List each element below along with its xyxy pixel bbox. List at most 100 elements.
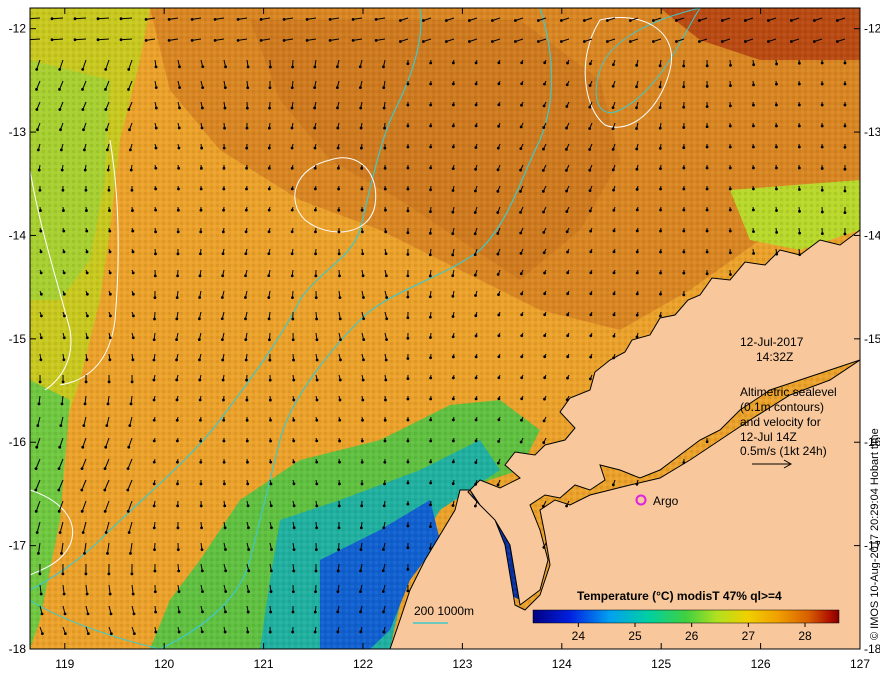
velocity-arrow-head — [474, 314, 478, 318]
velocity-arrow-head — [843, 189, 847, 193]
velocity-arrow-head — [705, 166, 709, 170]
velocity-arrow-head — [635, 188, 639, 191]
lon-tick-label: 123 — [452, 657, 472, 671]
velocity-arrow-head — [497, 355, 501, 359]
velocity-arrow-head — [406, 439, 410, 443]
velocity-arrow-head — [245, 439, 249, 443]
velocity-arrow-head — [359, 630, 363, 634]
velocity-arrow-head — [338, 439, 341, 443]
velocity-arrow — [30, 17, 41, 20]
velocity-arrow-head — [743, 19, 747, 22]
velocity-arrow-head — [385, 338, 388, 342]
velocity-arrow-head — [474, 294, 477, 297]
velocity-arrow-head — [820, 210, 824, 214]
scale-text: 0.5m/s (1kt 24h) — [740, 444, 827, 458]
velocity-arrow-head — [337, 504, 341, 508]
lon-tick-label: 124 — [552, 657, 572, 671]
velocity-arrow-head — [290, 274, 294, 278]
velocity-arrow-head — [451, 124, 455, 128]
velocity-arrow-head — [268, 358, 272, 362]
velocity-arrow-head — [429, 166, 433, 170]
velocity-arrow-head — [152, 504, 156, 508]
velocity-arrow-head — [451, 482, 455, 486]
velocity-arrow-head — [105, 128, 108, 132]
velocity-arrow-head — [175, 398, 179, 402]
velocity-arrow-head — [199, 418, 202, 422]
velocity-arrow-head — [259, 39, 263, 42]
velocity-arrow-head — [176, 230, 180, 234]
velocity-arrow-head — [361, 274, 365, 278]
velocity-arrow-head — [58, 67, 62, 71]
velocity-arrow-head — [566, 61, 569, 65]
velocity-arrow-head — [383, 187, 387, 191]
velocity-arrow-head — [565, 189, 568, 193]
colorbar-tick-label: 26 — [685, 629, 699, 643]
velocity-arrow-head — [315, 460, 319, 464]
velocity-arrow-head — [728, 124, 732, 128]
velocity-arrow-head — [728, 104, 732, 108]
velocity-arrow-head — [291, 630, 295, 634]
velocity-arrow-head — [359, 569, 362, 573]
velocity-arrow-head — [697, 19, 701, 22]
velocity-arrow-head — [635, 106, 638, 110]
velocity-arrow-head — [313, 187, 317, 191]
velocity-arrow-head — [428, 231, 432, 235]
velocity-arrow-head — [658, 147, 662, 150]
velocity-arrow-head — [131, 292, 135, 296]
velocity-arrow-head — [474, 482, 478, 486]
velocity-arrow-head — [451, 210, 455, 214]
velocity-arrow-head — [429, 481, 433, 485]
velocity-arrow-head — [797, 103, 801, 107]
lat-tick-label-right: -13 — [864, 125, 880, 139]
velocity-arrow-head — [292, 418, 296, 422]
velocity-arrow-head — [152, 526, 156, 530]
velocity-arrow-head — [83, 402, 87, 406]
velocity-arrow-head — [108, 209, 111, 212]
velocity-arrow-head — [659, 250, 662, 254]
velocity-arrow-head — [292, 439, 296, 443]
velocity-arrow-head — [236, 39, 240, 42]
velocity-arrow-head — [197, 317, 201, 321]
velocity-arrow — [74, 17, 87, 20]
velocity-arrow-head — [728, 208, 732, 212]
plot-area: Argo 12-Jul-2017 14:32Z Altimetric seale… — [30, 8, 860, 649]
velocity-arrow-head — [106, 551, 109, 555]
velocity-arrow-head — [178, 106, 181, 110]
velocity-arrow-head — [315, 482, 319, 486]
velocity-arrow-head — [775, 166, 778, 170]
velocity-arrow-head — [797, 166, 801, 170]
velocity-arrow-head — [269, 482, 273, 486]
velocity-arrow-head — [566, 334, 570, 338]
velocity-arrow-head — [612, 313, 616, 317]
velocity-arrow-head — [520, 334, 524, 338]
velocity-arrow-head — [635, 229, 639, 233]
velocity-arrow-head — [108, 271, 112, 275]
velocity-arrow-head — [50, 38, 54, 42]
velocity-arrow-head — [766, 40, 770, 43]
velocity-arrow-head — [154, 126, 158, 130]
velocity-arrow-head — [39, 336, 43, 340]
velocity-arrow-head — [84, 572, 88, 576]
velocity-arrow-head — [199, 208, 203, 212]
velocity-arrow-head — [385, 317, 389, 321]
velocity-arrow-head — [474, 124, 478, 128]
velocity-arrow-head — [267, 230, 271, 234]
velocity-arrow-head — [381, 569, 385, 573]
velocity-arrow-head — [200, 126, 204, 130]
velocity-arrow-head — [109, 632, 113, 636]
velocity-arrow-head — [382, 610, 385, 614]
velocity-arrow-head — [58, 445, 62, 449]
velocity-arrow-head — [236, 18, 240, 21]
velocity-arrow-head — [131, 209, 134, 212]
velocity-arrow-head — [820, 188, 824, 192]
velocity-arrow-head — [385, 296, 389, 299]
velocity-arrow-head — [497, 103, 501, 107]
velocity-arrow-head — [291, 338, 295, 342]
velocity-arrow-head — [775, 82, 778, 86]
velocity-arrow-head — [62, 250, 66, 254]
velocity-arrow-head — [635, 335, 639, 339]
velocity-arrow-head — [559, 19, 563, 22]
velocity-arrow-head — [154, 230, 157, 234]
lon-tick-label: 119 — [55, 657, 74, 671]
velocity-arrow-head — [290, 106, 294, 110]
